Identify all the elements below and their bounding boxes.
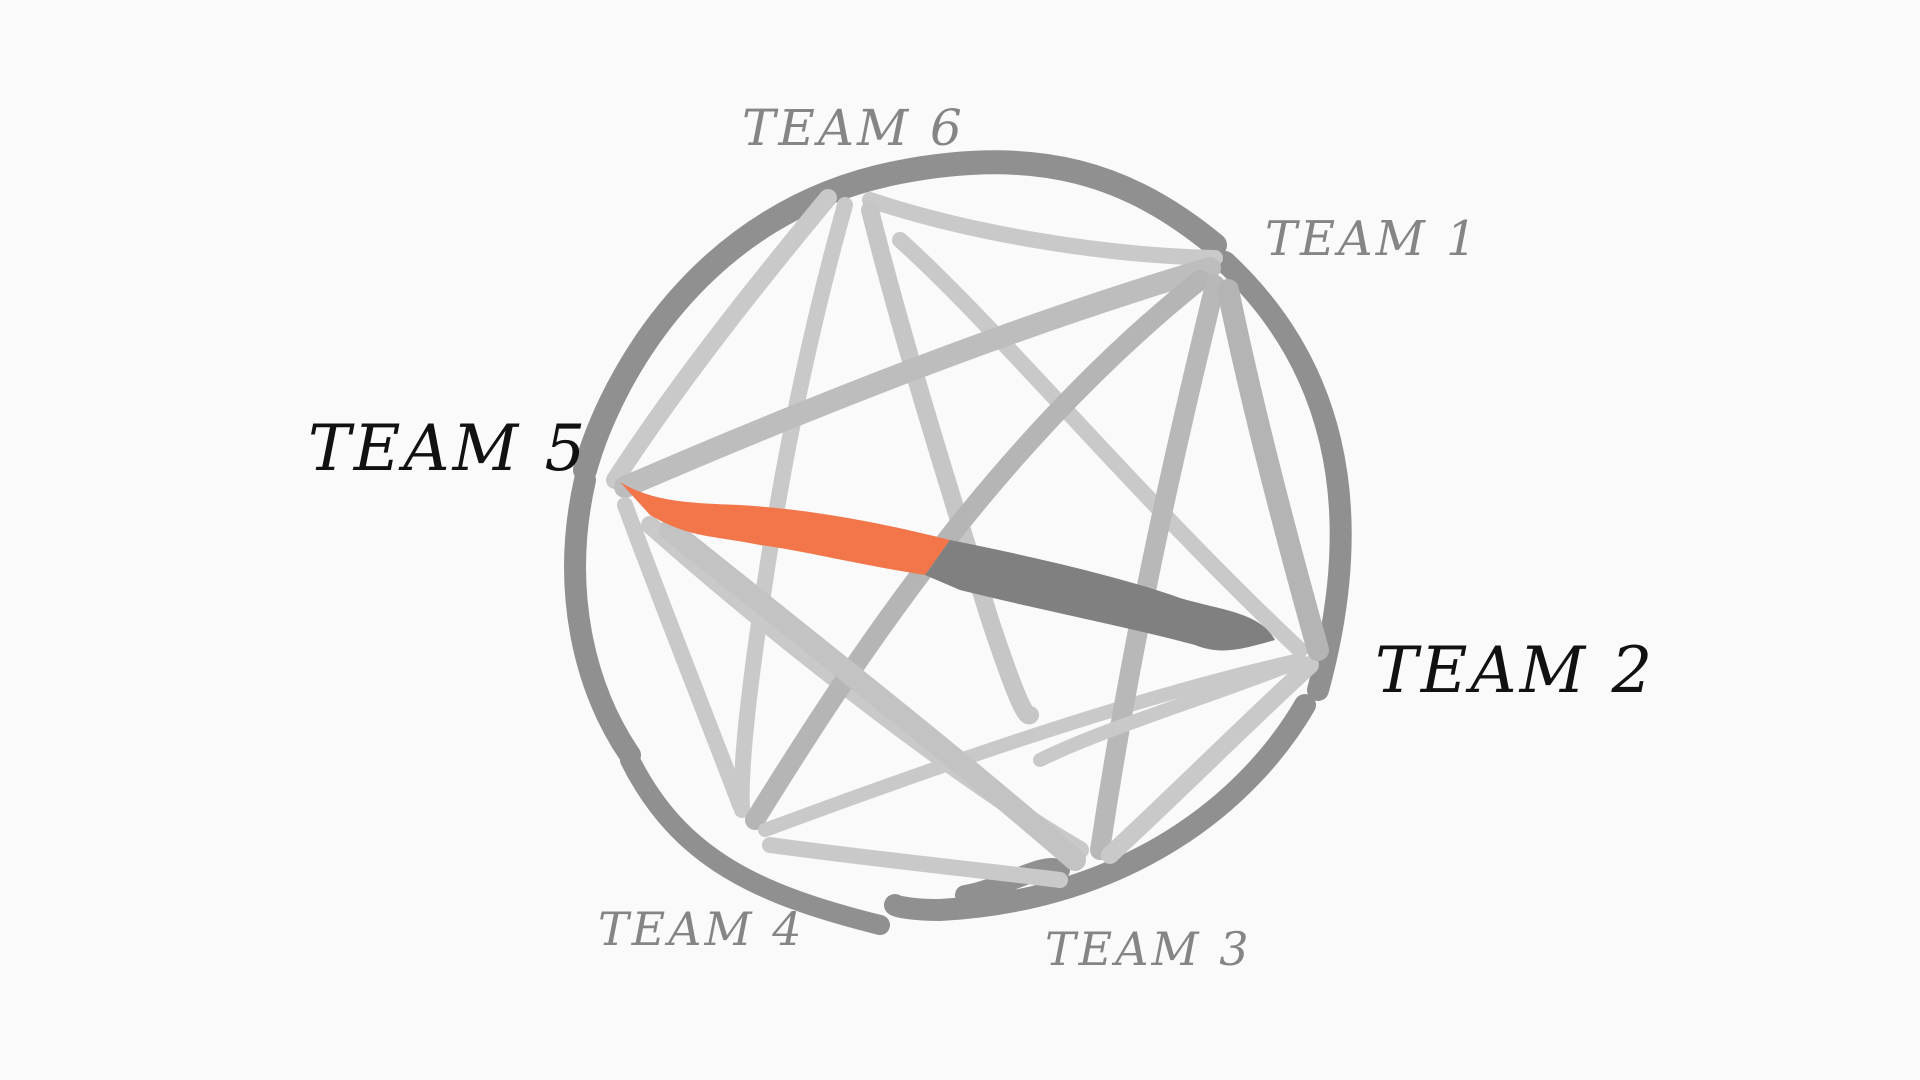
team-label-team4[interactable]: TEAM 4 bbox=[598, 902, 804, 956]
link-team4-team3[interactable] bbox=[762, 837, 1068, 888]
team-label-team5[interactable]: TEAM 5 bbox=[308, 412, 588, 486]
team-label-team1[interactable]: TEAM 1 bbox=[1265, 211, 1480, 267]
link-team5-team1[interactable] bbox=[614, 257, 1221, 498]
chord-links bbox=[606, 189, 1329, 888]
ring-arc-left[interactable] bbox=[564, 469, 641, 766]
team-label-team3[interactable]: TEAM 3 bbox=[1045, 922, 1251, 976]
team-label-team2[interactable]: TEAM 2 bbox=[1375, 634, 1655, 708]
team-label-team6[interactable]: TEAM 6 bbox=[742, 99, 965, 157]
chord-diagram-stage: TEAM 6 TEAM 1 TEAM 5 TEAM 2 TEAM 4 TEAM … bbox=[0, 0, 1920, 1080]
ring-arc-bottom-left[interactable] bbox=[620, 750, 890, 935]
chord-diagram: TEAM 6 TEAM 1 TEAM 5 TEAM 2 TEAM 4 TEAM … bbox=[308, 99, 1655, 976]
